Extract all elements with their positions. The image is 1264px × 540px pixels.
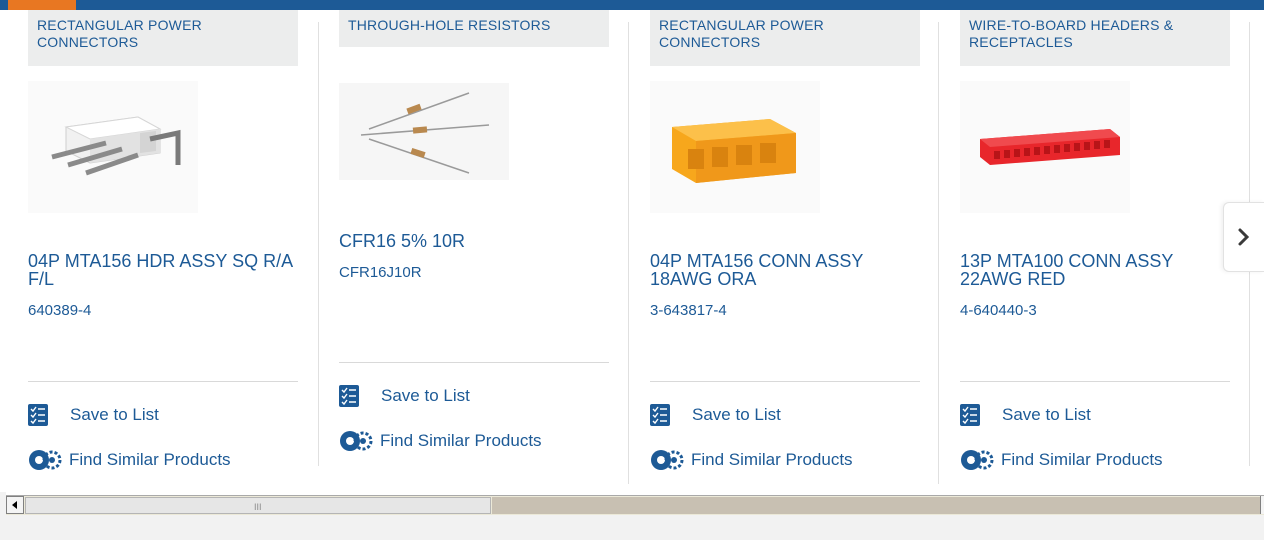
product-carousel: RECTANGULAR POWER CONNECTORS 04P MTA156 … [0, 10, 1264, 492]
category-label[interactable]: THROUGH-HOLE RESISTORS [339, 10, 609, 47]
product-image[interactable] [960, 81, 1130, 213]
find-similar-button[interactable]: Find Similar Products [339, 428, 542, 454]
product-title[interactable]: 04P MTA156 CONN ASSY 18AWG ORA [650, 252, 930, 288]
scrollbar-grip: III [254, 502, 262, 512]
find-similar-button[interactable]: Find Similar Products [960, 447, 1163, 473]
gears-icon [961, 450, 994, 470]
category-label[interactable]: WIRE-TO-BOARD HEADERS & RECEPTACLES [960, 10, 1230, 66]
gears-icon [651, 450, 684, 470]
product-card: WIRE-TO-BOARD HEADERS & RECEPTACLES 13P … [960, 10, 1250, 482]
part-number[interactable]: CFR16J10R [339, 264, 422, 281]
save-to-list-label: Save to List [1002, 405, 1091, 424]
gears-icon [340, 431, 373, 451]
separator [650, 381, 920, 382]
checklist-icon [339, 385, 359, 407]
find-similar-label: Find Similar Products [691, 450, 853, 469]
scroll-right-button[interactable] [1260, 496, 1264, 514]
save-to-list-label: Save to List [70, 405, 159, 424]
find-similar-button[interactable]: Find Similar Products [650, 447, 853, 473]
product-card: RECTANGULAR POWER CONNECTORS 04P MTA156 … [28, 10, 319, 482]
save-to-list-button[interactable]: Save to List [650, 402, 781, 428]
card-divider [628, 22, 629, 484]
card-divider [318, 22, 319, 466]
horizontal-scrollbar[interactable]: III [6, 495, 1264, 515]
part-number[interactable]: 3-643817-4 [650, 302, 727, 319]
save-to-list-button[interactable]: Save to List [28, 402, 159, 428]
chevron-right-icon [1238, 228, 1250, 246]
find-similar-button[interactable]: Find Similar Products [28, 447, 231, 473]
card-divider [938, 22, 939, 484]
scroll-left-button[interactable] [6, 496, 24, 514]
active-indicator [8, 0, 76, 10]
separator [339, 362, 609, 363]
save-to-list-button[interactable]: Save to List [960, 402, 1091, 428]
carousel-next-button[interactable] [1223, 202, 1264, 272]
category-label[interactable]: RECTANGULAR POWER CONNECTORS [28, 10, 298, 66]
save-to-list-button[interactable]: Save to List [339, 383, 470, 409]
gears-icon [29, 450, 62, 470]
find-similar-label: Find Similar Products [69, 450, 231, 469]
save-to-list-label: Save to List [692, 405, 781, 424]
find-similar-label: Find Similar Products [380, 431, 542, 450]
find-similar-label: Find Similar Products [1001, 450, 1163, 469]
product-image[interactable] [650, 81, 820, 213]
product-card: RECTANGULAR POWER CONNECTORS 04P MTA156 … [650, 10, 939, 484]
category-label[interactable]: RECTANGULAR POWER CONNECTORS [650, 10, 920, 66]
product-title[interactable]: CFR16 5% 10R [339, 232, 619, 250]
checklist-icon [960, 404, 980, 426]
triangle-left-icon [12, 501, 17, 509]
save-to-list-label: Save to List [381, 386, 470, 405]
separator [28, 381, 298, 382]
product-card: THROUGH-HOLE RESISTORS CFR16 5% 10R CFR1… [339, 10, 629, 484]
scrollbar-track[interactable] [492, 497, 1264, 514]
product-image[interactable] [339, 83, 509, 180]
scrollbar-thumb[interactable]: III [25, 497, 491, 514]
part-number[interactable]: 4-640440-3 [960, 302, 1037, 319]
top-accent-bar [0, 0, 1264, 10]
page-footer-area [0, 515, 1264, 540]
separator [960, 381, 1230, 382]
part-number[interactable]: 640389-4 [28, 302, 91, 319]
product-title[interactable]: 04P MTA156 HDR ASSY SQ R/A F/L [28, 252, 304, 288]
product-title[interactable]: 13P MTA100 CONN ASSY 22AWG RED [960, 252, 1222, 288]
checklist-icon [28, 404, 48, 426]
checklist-icon [650, 404, 670, 426]
product-image[interactable] [28, 81, 198, 213]
